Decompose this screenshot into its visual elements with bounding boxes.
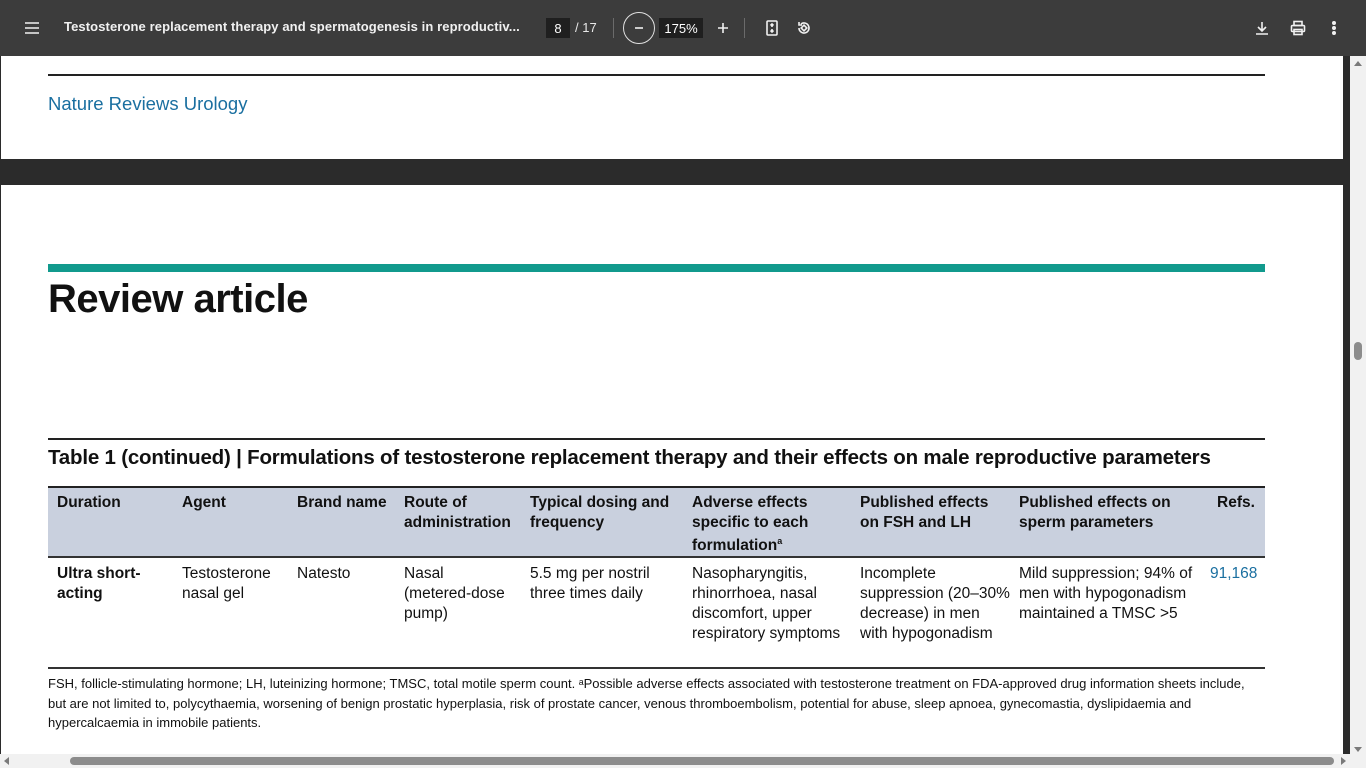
- document-title: Testosterone replacement therapy and spe…: [64, 19, 520, 34]
- pdf-page-current: Review article Table 1 (continued) | For…: [1, 185, 1343, 768]
- table-header-row: Duration Agent Brand name Route of admin…: [48, 486, 1265, 556]
- header-duration: Duration: [57, 494, 121, 511]
- cell-fsh-lh: Incomplete suppression (20–30% decrease)…: [860, 565, 1010, 642]
- footnote-marker: a: [777, 536, 783, 546]
- cell-brand: Natesto: [297, 565, 351, 582]
- header-fsh-lh: Published effects on FSH and LH: [860, 494, 989, 531]
- horizontal-scrollbar[interactable]: [0, 754, 1350, 768]
- pdf-page-previous: Nature Reviews Urology: [1, 56, 1343, 159]
- table-top-rule: [48, 438, 1265, 440]
- header-refs: Refs.: [1217, 494, 1255, 511]
- zoom-level-input[interactable]: [659, 18, 703, 38]
- more-options-button[interactable]: [1318, 12, 1350, 44]
- horizontal-scroll-thumb[interactable]: [70, 757, 1334, 765]
- table-title: Table 1 (continued) | Formulations of te…: [48, 446, 1211, 469]
- cell-refs-link[interactable]: 91,168: [1210, 564, 1257, 584]
- more-vert-icon: [1332, 20, 1337, 36]
- vertical-scroll-thumb[interactable]: [1354, 342, 1362, 360]
- zoom-in-button[interactable]: [707, 12, 739, 44]
- header-agent: Agent: [182, 494, 226, 511]
- header-dosing: Typical dosing and frequency: [530, 494, 670, 531]
- scroll-down-icon[interactable]: [1354, 747, 1362, 752]
- toolbar-divider: [744, 18, 745, 38]
- cell-agent: Testosterone nasal gel: [182, 565, 271, 602]
- journal-name: Nature Reviews Urology: [48, 93, 248, 114]
- rotate-button[interactable]: [788, 12, 820, 44]
- page-total: / 17: [575, 20, 597, 35]
- fit-page-button[interactable]: [756, 12, 788, 44]
- print-button[interactable]: [1282, 12, 1314, 44]
- menu-icon[interactable]: [16, 12, 48, 44]
- fit-page-icon: [766, 20, 778, 36]
- vertical-scrollbar[interactable]: [1350, 56, 1366, 768]
- scroll-left-icon[interactable]: [4, 757, 9, 765]
- accent-bar: [48, 264, 1265, 272]
- cell-adverse: Nasopharyngitis, rhinorrhoea, nasal disc…: [692, 565, 841, 642]
- table-footnote: FSH, follicle-stimulating hormone; LH, l…: [48, 676, 1245, 730]
- header-bottom-rule: [48, 556, 1265, 558]
- header-route: Route of administration: [404, 494, 511, 531]
- toolbar-divider: [613, 18, 614, 38]
- download-button[interactable]: [1246, 12, 1278, 44]
- header-sperm: Published effects on sperm parameters: [1019, 494, 1171, 531]
- scroll-right-icon[interactable]: [1341, 757, 1346, 765]
- cell-dosing: 5.5 mg per nostril three times daily: [530, 565, 650, 602]
- zoom-out-button[interactable]: [623, 12, 655, 44]
- pdf-viewer[interactable]: Nature Reviews Urology Review article Ta…: [0, 56, 1366, 768]
- pdf-toolbar: Testosterone replacement therapy and spe…: [0, 0, 1366, 56]
- header-adverse-effects: Adverse effects specific to each formula…: [692, 494, 809, 555]
- cell-sperm: Mild suppression; 94% of men with hypogo…: [1019, 565, 1193, 622]
- zoom-in-icon: [718, 23, 728, 33]
- print-icon: [1290, 20, 1306, 36]
- article-type-heading: Review article: [48, 277, 308, 321]
- cell-route: Nasal (metered-dose pump): [404, 565, 505, 622]
- rotate-icon: [798, 22, 810, 34]
- header-brand-name: Brand name: [297, 494, 387, 511]
- page-number-input[interactable]: [546, 18, 570, 38]
- scroll-up-icon[interactable]: [1354, 61, 1362, 66]
- table-bottom-rule: [48, 667, 1265, 669]
- cell-duration: Ultra short-acting: [57, 565, 141, 602]
- zoom-out-icon: [635, 27, 643, 29]
- download-icon: [1256, 22, 1268, 35]
- page-rule: [48, 74, 1265, 76]
